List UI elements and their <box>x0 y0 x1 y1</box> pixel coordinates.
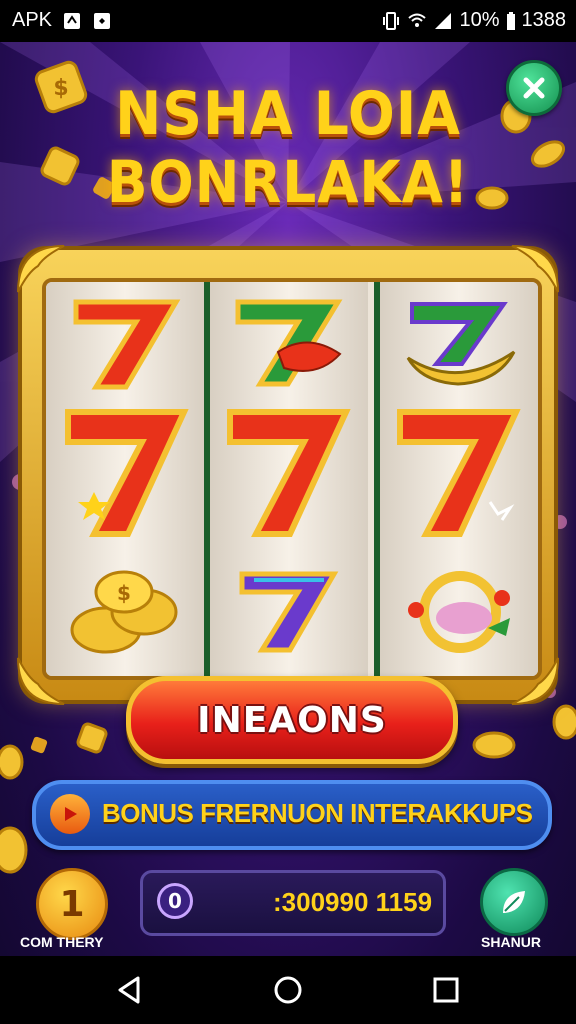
svg-text:$: $ <box>117 581 131 605</box>
wifi-icon <box>408 13 427 27</box>
red-seven-icon <box>73 299 181 390</box>
collect-button[interactable]: 1 <box>36 868 108 940</box>
spin-button[interactable]: INEAONS <box>126 676 458 764</box>
red-seven-icon <box>65 409 189 537</box>
share-button[interactable] <box>480 868 548 936</box>
screenshot-icon <box>94 12 111 29</box>
bonus-banner-label: BONUS FRERNUON INTERAKKUPS <box>102 798 533 828</box>
status-right: 10% 1388 <box>381 9 566 32</box>
battery-icon <box>506 11 515 30</box>
leaf-icon <box>503 891 525 913</box>
status-bar: APK 10% 1388 <box>0 0 576 42</box>
game-title: NSHA LOIA BONRLAKA! <box>0 82 576 214</box>
coin-icon <box>0 826 28 874</box>
purple-seven-icon <box>239 571 339 653</box>
spin-button-label: INEAONS <box>197 699 387 741</box>
green-seven-banana-icon <box>406 302 516 386</box>
clock: 1388 <box>521 9 567 31</box>
green-seven-chili-icon <box>235 299 343 387</box>
notification-icon <box>64 12 81 29</box>
reel-1: $ <box>46 282 204 676</box>
battery-percent: 10% <box>459 9 500 31</box>
coin-icon <box>472 731 516 759</box>
close-icon <box>523 77 545 99</box>
balance-panel: 0 :300990 1159 <box>140 870 446 936</box>
title-line-1: NSHA LOIA <box>115 79 461 149</box>
balance-value: :300990 1159 <box>273 887 433 917</box>
android-nav-bar <box>0 956 576 1024</box>
title-line-2: BONRLAKA! <box>106 148 470 216</box>
reel-3 <box>380 282 538 676</box>
coin-icon <box>0 744 24 780</box>
play-icon <box>50 794 90 834</box>
signal-icon <box>435 12 452 29</box>
collect-label: COM THERY <box>20 934 104 950</box>
vibrate-icon <box>383 11 400 30</box>
bonus-banner-button[interactable]: BONUS FRERNUON INTERAKKUPS <box>32 780 552 850</box>
status-left: APK <box>12 9 112 32</box>
ornament-corner <box>17 657 65 705</box>
red-seven-icon <box>397 409 521 537</box>
fruit-ring-icon <box>408 571 510 653</box>
gold-coins-icon: $ <box>70 570 178 654</box>
coin-icon <box>30 736 48 754</box>
ornament-corner <box>17 245 65 293</box>
slot-machine-frame: $ <box>17 245 559 705</box>
share-label: SHANUR <box>481 934 541 950</box>
recents-icon[interactable] <box>430 974 462 1006</box>
ornament-corner <box>511 657 559 705</box>
coin-icon <box>76 722 108 754</box>
back-icon[interactable] <box>114 974 146 1006</box>
credit-icon: 0 <box>157 883 193 919</box>
ornament-corner <box>511 245 559 293</box>
red-seven-icon <box>227 409 351 537</box>
number-one-icon: 1 <box>59 883 85 925</box>
app-label: APK <box>12 9 53 31</box>
coin-icon <box>552 704 576 740</box>
slot-game-screen: $ NSHA LOIA BONRLAKA! $ INEAONS BONUS FR… <box>0 42 576 956</box>
reel-2 <box>210 282 368 676</box>
home-icon[interactable] <box>272 974 304 1006</box>
reels-window: $ <box>42 278 542 680</box>
close-button[interactable] <box>506 60 562 116</box>
